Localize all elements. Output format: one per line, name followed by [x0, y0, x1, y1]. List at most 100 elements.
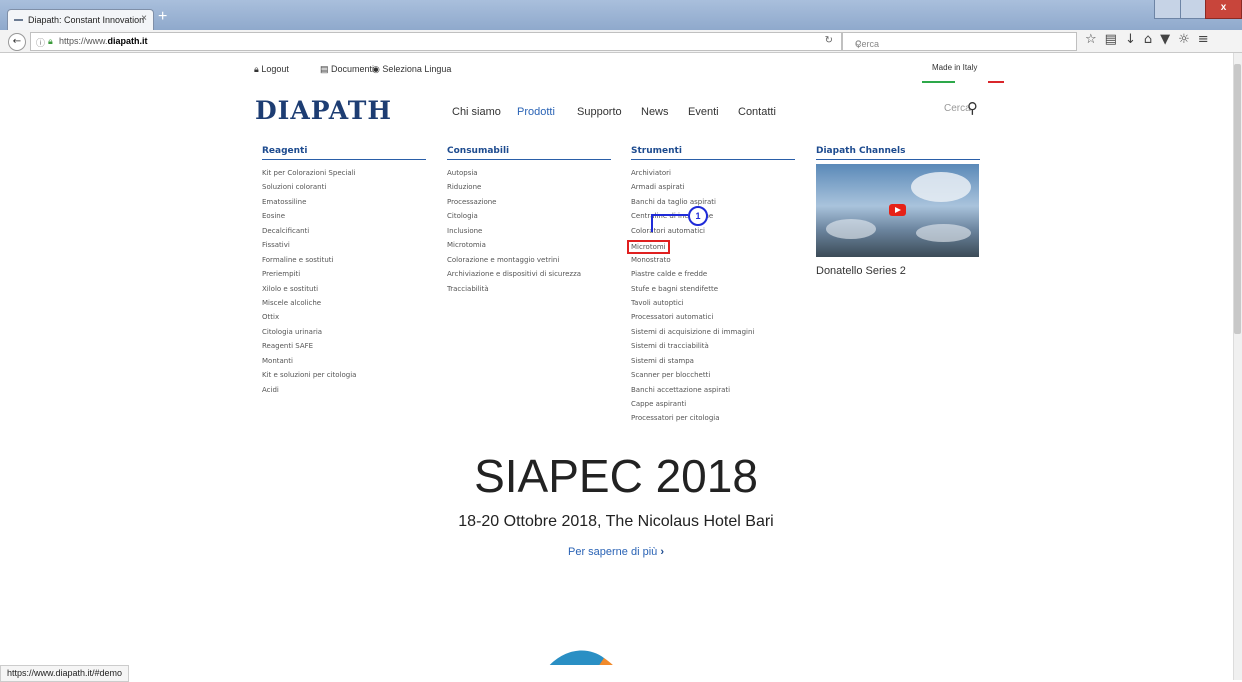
- home-icon[interactable]: ⌂: [1144, 32, 1160, 47]
- menu-item-microtomi: Microtomi: [627, 240, 754, 255]
- menu-item[interactable]: Autopsia: [447, 168, 581, 182]
- new-tab-button[interactable]: +: [158, 8, 167, 26]
- reagenti-list: Kit per Colorazioni Speciali Soluzioni c…: [262, 168, 356, 399]
- nav-contatti[interactable]: Contatti: [738, 106, 776, 118]
- menu-item[interactable]: Soluzioni coloranti: [262, 182, 356, 196]
- menu-item[interactable]: Processatori automatici: [631, 312, 754, 326]
- menu-item[interactable]: Tracciabilità: [447, 284, 581, 298]
- lock-icon: 🔒︎: [48, 36, 53, 46]
- address-bar[interactable]: ⓘ 🔒︎ https://www.diapath.it ↻: [30, 32, 842, 51]
- menu-item[interactable]: Ematossiline: [262, 197, 356, 211]
- documents-icon: ▤: [320, 64, 329, 74]
- strumenti-heading[interactable]: Strumenti: [631, 146, 682, 156]
- microtomi-highlight[interactable]: Microtomi: [627, 240, 670, 255]
- menu-item[interactable]: Processazione: [447, 197, 581, 211]
- nav-supporto[interactable]: Supporto: [577, 106, 622, 118]
- annotation-step-badge: 1: [688, 206, 708, 226]
- more-info-link[interactable]: Per saperne di più ›: [0, 546, 1232, 558]
- annotation-connector: [651, 214, 688, 216]
- cloud-shape: [826, 219, 876, 239]
- video-caption[interactable]: Donatello Series 2: [816, 265, 906, 277]
- made-in-italy-label: Made in Italy: [932, 63, 978, 72]
- close-window-button[interactable]: x: [1205, 0, 1242, 19]
- menu-item[interactable]: Kit e soluzioni per citologia: [262, 370, 356, 384]
- diapath-logo[interactable]: DIAPATH: [255, 96, 392, 125]
- menu-item[interactable]: Stufe e bagni stendifette: [631, 284, 754, 298]
- menu-item[interactable]: Fissativi: [262, 240, 356, 254]
- cloud-shape: [916, 224, 971, 242]
- url-text: https://www.diapath.it: [59, 36, 148, 46]
- menu-item[interactable]: Citologia urinaria: [262, 327, 356, 341]
- menu-item[interactable]: Monostrato: [631, 255, 754, 269]
- chevron-right-icon: ›: [660, 546, 664, 558]
- flag-white-bar: [955, 81, 988, 83]
- addon-icon[interactable]: ☼: [1178, 32, 1198, 47]
- star-icon[interactable]: ☆: [1085, 32, 1105, 47]
- menu-item[interactable]: Processatori per citologia: [631, 413, 754, 427]
- logout-link[interactable]: 🔒︎ Logout: [254, 64, 289, 75]
- menu-item[interactable]: Montanti: [262, 356, 356, 370]
- menu-item[interactable]: Reagenti SAFE: [262, 341, 356, 355]
- menu-item[interactable]: Citologia: [447, 211, 581, 225]
- nav-news[interactable]: News: [641, 106, 669, 118]
- menu-item[interactable]: Acidi: [262, 385, 356, 399]
- menu-item[interactable]: Banchi accettazione aspirati: [631, 385, 754, 399]
- tab-close-icon[interactable]: ×: [141, 13, 147, 24]
- menu-item[interactable]: Formaline e sostituti: [262, 255, 356, 269]
- menu-item[interactable]: Ottix: [262, 312, 356, 326]
- scrollbar-thumb[interactable]: [1234, 64, 1241, 334]
- menu-item[interactable]: Xilolo e sostituti: [262, 284, 356, 298]
- language-selector[interactable]: ◉ Seleziona Lingua: [372, 64, 451, 75]
- menu-item[interactable]: Tavoli autoptici: [631, 298, 754, 312]
- play-icon[interactable]: [889, 204, 906, 216]
- siapec-logo-graphic: [549, 650, 613, 665]
- reload-icon[interactable]: ↻: [825, 35, 833, 46]
- menu-item[interactable]: Riduzione: [447, 182, 581, 196]
- menu-item[interactable]: Eosine: [262, 211, 356, 225]
- nav-prodotti[interactable]: Prodotti: [517, 106, 555, 118]
- menu-item[interactable]: Kit per Colorazioni Speciali: [262, 168, 356, 182]
- menu-item[interactable]: Cappe aspiranti: [631, 399, 754, 413]
- menu-icon[interactable]: ≡: [1198, 32, 1217, 47]
- browser-tab[interactable]: Diapath: Constant Innovation ×: [7, 9, 154, 31]
- hero-title: SIAPEC 2018: [474, 450, 758, 502]
- minimize-button[interactable]: [1154, 0, 1181, 19]
- search-icon[interactable]: ⚲: [967, 99, 978, 117]
- menu-item[interactable]: Sistemi di acquisizione di immagini: [631, 327, 754, 341]
- menu-item[interactable]: Miscele alcoliche: [262, 298, 356, 312]
- hero-subtitle: 18-20 Ottobre 2018, The Nicolaus Hotel B…: [458, 513, 774, 530]
- menu-item[interactable]: Scanner per blocchetti: [631, 370, 754, 384]
- web-page: 🔒︎ Logout ▤ Documenti ◉ Seleziona Lingua…: [0, 53, 1232, 665]
- menu-item[interactable]: Archiviazione e dispositivi di sicurezza: [447, 269, 581, 283]
- channels-divider: [816, 159, 980, 160]
- back-arrow-icon[interactable]: ←: [8, 33, 26, 51]
- nav-eventi[interactable]: Eventi: [688, 106, 719, 118]
- menu-item[interactable]: Piastre calde e fredde: [631, 269, 754, 283]
- globe-icon: ◉: [372, 64, 380, 74]
- menu-item[interactable]: Inclusione: [447, 226, 581, 240]
- channels-heading[interactable]: Diapath Channels: [816, 146, 905, 156]
- menu-item[interactable]: Decalcificanti: [262, 226, 356, 240]
- info-icon[interactable]: ⓘ: [36, 36, 45, 49]
- browser-navbar: ← ⓘ 🔒︎ https://www.diapath.it ↻ ⚲ Cerca …: [0, 30, 1242, 53]
- menu-item[interactable]: Sistemi di tracciabilità: [631, 341, 754, 355]
- consumabili-list: Autopsia Riduzione Processazione Citolog…: [447, 168, 581, 298]
- menu-item[interactable]: Sistemi di stampa: [631, 356, 754, 370]
- browser-search-input[interactable]: ⚲ Cerca: [842, 32, 1077, 51]
- consumabili-heading[interactable]: Consumabili: [447, 146, 509, 156]
- menu-item[interactable]: Microtomia: [447, 240, 581, 254]
- nav-chi-siamo[interactable]: Chi siamo: [452, 106, 501, 118]
- documenti-link[interactable]: ▤ Documenti: [320, 64, 374, 75]
- flag-red-bar: [988, 81, 1004, 83]
- menu-item[interactable]: Coloratori automatici: [631, 226, 754, 240]
- download-icon[interactable]: ↓: [1125, 32, 1144, 47]
- pocket-icon[interactable]: ▼: [1160, 32, 1178, 47]
- menu-item[interactable]: Archiviatori: [631, 168, 754, 182]
- maximize-button[interactable]: [1180, 0, 1206, 19]
- video-thumbnail[interactable]: [816, 164, 979, 257]
- reagenti-heading[interactable]: Reagenti: [262, 146, 307, 156]
- menu-item[interactable]: Preriempiti: [262, 269, 356, 283]
- reading-list-icon[interactable]: ▤: [1105, 32, 1125, 47]
- menu-item[interactable]: Colorazione e montaggio vetrini: [447, 255, 581, 269]
- menu-item[interactable]: Armadi aspirati: [631, 182, 754, 196]
